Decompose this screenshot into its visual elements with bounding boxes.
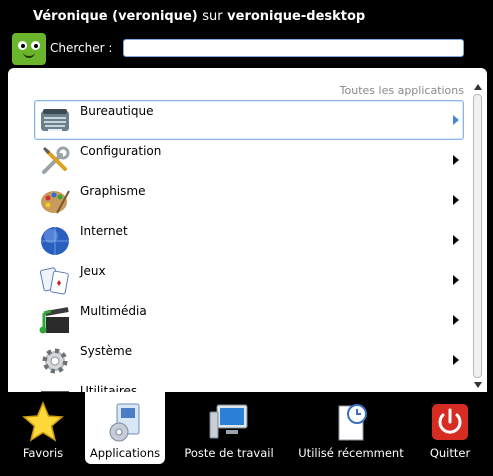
chevron-right-icon	[453, 355, 459, 365]
category-list: Bureautique Configuration Graphisme Inte…	[34, 100, 464, 392]
cards-icon	[39, 267, 69, 295]
category-bureautique[interactable]: Bureautique	[34, 100, 464, 140]
scrollbar[interactable]	[472, 82, 484, 390]
category-label: Internet	[80, 224, 128, 238]
star-icon	[22, 401, 64, 442]
chevron-right-icon	[453, 155, 459, 165]
avatar[interactable]	[12, 33, 46, 65]
category-label: Configuration	[80, 144, 162, 158]
panel-heading: Toutes les applications	[339, 84, 464, 97]
tab-label: Favoris	[22, 446, 64, 460]
user-name: Véronique (veronique)	[33, 9, 198, 24]
category-graphisme[interactable]: Graphisme	[34, 180, 464, 220]
applications-panel: Toutes les applications Bureautique Conf…	[8, 68, 487, 392]
computer-icon	[209, 404, 248, 439]
avatar-left-eye	[18, 41, 27, 50]
header: Véronique (veronique) sur veronique-desk…	[0, 0, 493, 66]
gear-icon	[42, 348, 68, 374]
tab-quitter[interactable]: Quitter	[418, 392, 482, 464]
avatar-mouth	[23, 52, 35, 58]
chevron-right-icon	[453, 195, 459, 205]
scroll-up-arrow-icon[interactable]	[474, 84, 482, 90]
search-label: Chercher :	[50, 41, 113, 55]
tab-label: Utilisé récemment	[298, 446, 404, 460]
user-title-separator: sur	[202, 9, 223, 24]
power-icon	[432, 404, 468, 440]
applications-icon	[109, 403, 140, 442]
scroll-thumb[interactable]	[473, 94, 482, 378]
category-label: Utilitaires	[80, 384, 138, 392]
tab-label: Poste de travail	[184, 446, 274, 460]
user-title: Véronique (veronique) sur veronique-desk…	[33, 9, 365, 24]
utilities-icon	[41, 391, 69, 392]
avatar-right-eye	[31, 41, 40, 50]
category-internet[interactable]: Internet	[34, 220, 464, 260]
category-label: Bureautique	[80, 104, 154, 118]
category-label: Graphisme	[80, 184, 146, 198]
chevron-right-icon	[453, 115, 459, 125]
chevron-right-icon	[453, 235, 459, 245]
category-jeux[interactable]: Jeux	[34, 260, 464, 300]
globe-icon	[41, 227, 69, 255]
tab-label: Applications	[89, 446, 161, 460]
tab-utilise-recemment[interactable]: Utilisé récemment	[292, 392, 410, 464]
kickoff-launcher: Véronique (veronique) sur veronique-desk…	[0, 0, 493, 476]
host-name: veronique-desktop	[227, 9, 366, 24]
chevron-right-icon	[453, 315, 459, 325]
search-input[interactable]	[123, 39, 464, 57]
category-multimedia[interactable]: Multimédia	[34, 300, 464, 340]
scroll-down-arrow-icon[interactable]	[474, 382, 482, 388]
clapboard-music-icon	[39, 307, 69, 334]
category-label: Jeux	[80, 264, 106, 278]
tab-applications[interactable]: Applications	[85, 392, 165, 464]
palette-icon	[41, 190, 70, 214]
category-systeme[interactable]: Système	[34, 340, 464, 380]
category-label: Multimédia	[80, 304, 147, 318]
category-utilitaires[interactable]: Utilitaires	[34, 380, 464, 392]
typewriter-icon	[41, 109, 69, 131]
tab-label: Quitter	[429, 446, 471, 460]
tab-favoris[interactable]: Favoris	[2, 392, 84, 464]
category-label: Système	[80, 344, 133, 358]
tab-bar: Favoris Applications Poste de travail Ut…	[0, 392, 493, 476]
tab-poste-de-travail[interactable]: Poste de travail	[178, 392, 280, 464]
chevron-right-icon	[453, 275, 459, 285]
tools-icon	[42, 146, 70, 174]
category-configuration[interactable]: Configuration	[34, 140, 464, 180]
recent-documents-icon	[338, 404, 367, 441]
